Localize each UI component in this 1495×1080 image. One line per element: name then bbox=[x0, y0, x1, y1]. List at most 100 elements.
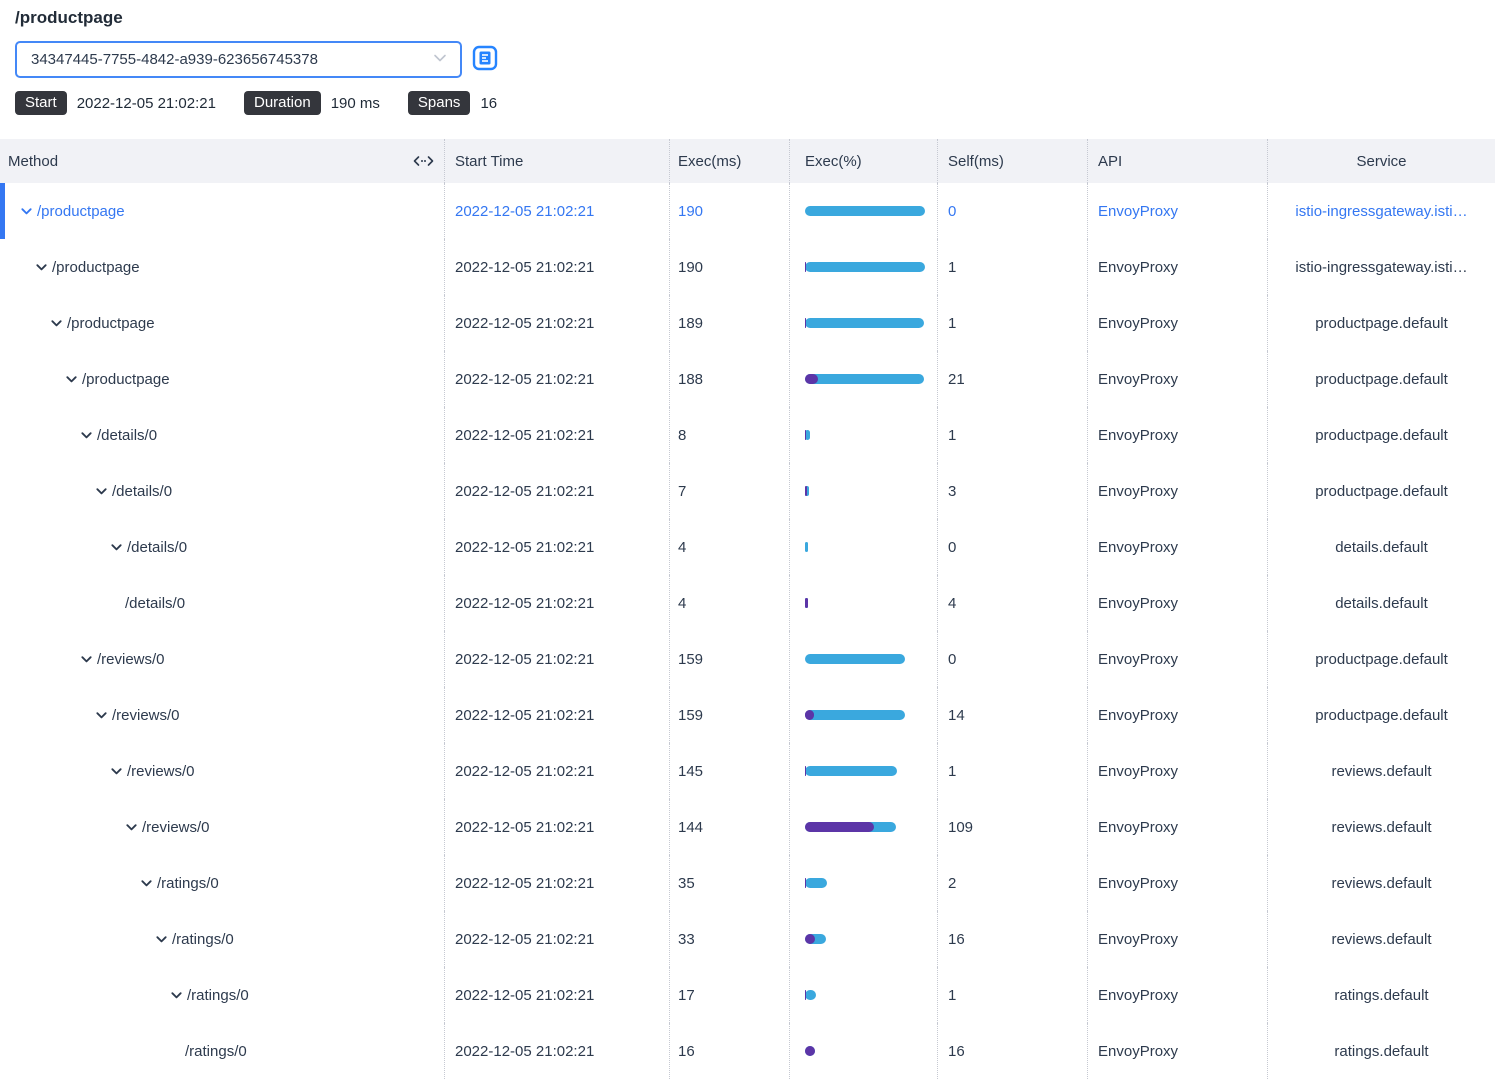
span-self-ms: 0 bbox=[938, 631, 1088, 687]
chevron-down-icon[interactable] bbox=[95, 709, 108, 722]
exec-percent-bar bbox=[805, 486, 925, 496]
span-self-ms: 1 bbox=[938, 967, 1088, 1023]
span-method-label: /reviews/0 bbox=[127, 763, 195, 780]
span-self-ms: 2 bbox=[938, 855, 1088, 911]
span-exec-percent-cell bbox=[790, 631, 938, 687]
exec-total-bar bbox=[805, 654, 905, 664]
span-table: Method Start Time Exec(ms) Exec(%) Self(… bbox=[0, 139, 1495, 1079]
chevron-down-icon[interactable] bbox=[80, 429, 93, 442]
span-method-cell[interactable]: /details/0 bbox=[0, 575, 445, 631]
column-resize-icon[interactable] bbox=[413, 154, 434, 168]
span-api: EnvoyProxy bbox=[1088, 1023, 1268, 1079]
span-start-time: 2022-12-05 21:02:21 bbox=[445, 351, 670, 407]
span-api: EnvoyProxy bbox=[1088, 407, 1268, 463]
span-method-cell[interactable]: /productpage bbox=[0, 351, 445, 407]
chevron-down-icon bbox=[432, 50, 448, 70]
span-method-cell[interactable]: /reviews/0 bbox=[0, 743, 445, 799]
span-row[interactable]: /productpage2022-12-05 21:02:211900Envoy… bbox=[0, 183, 1495, 239]
chevron-down-icon[interactable] bbox=[80, 653, 93, 666]
span-exec-ms: 190 bbox=[670, 239, 790, 295]
span-row[interactable]: /productpage2022-12-05 21:02:211891Envoy… bbox=[0, 295, 1495, 351]
exec-percent-bar bbox=[805, 990, 925, 1000]
span-self-ms: 4 bbox=[938, 575, 1088, 631]
span-row[interactable]: /ratings/02022-12-05 21:02:21171EnvoyPro… bbox=[0, 967, 1495, 1023]
span-method-label: /ratings/0 bbox=[157, 875, 219, 892]
chevron-down-icon[interactable] bbox=[110, 765, 123, 778]
span-row[interactable]: /reviews/02022-12-05 21:02:21144109Envoy… bbox=[0, 799, 1495, 855]
span-exec-ms: 33 bbox=[670, 911, 790, 967]
span-method-cell[interactable]: /reviews/0 bbox=[0, 687, 445, 743]
span-service: productpage.default bbox=[1268, 351, 1495, 407]
chevron-down-icon[interactable] bbox=[125, 821, 138, 834]
span-row[interactable]: /details/02022-12-05 21:02:2173EnvoyProx… bbox=[0, 463, 1495, 519]
span-method-cell[interactable]: /productpage bbox=[0, 183, 445, 239]
span-service: productpage.default bbox=[1268, 463, 1495, 519]
span-method-label: /details/0 bbox=[125, 595, 185, 612]
span-exec-ms: 144 bbox=[670, 799, 790, 855]
spans-value: 16 bbox=[480, 95, 497, 112]
span-method-cell[interactable]: /details/0 bbox=[0, 407, 445, 463]
span-service: istio-ingressgateway.isti… bbox=[1268, 239, 1495, 295]
span-row[interactable]: /details/02022-12-05 21:02:2181EnvoyProx… bbox=[0, 407, 1495, 463]
span-exec-percent-cell bbox=[790, 519, 938, 575]
span-row[interactable]: /reviews/02022-12-05 21:02:211451EnvoyPr… bbox=[0, 743, 1495, 799]
trace-selector-row: 34347445-7755-4842-a939-623656745378 bbox=[15, 41, 1495, 78]
chevron-down-icon[interactable] bbox=[155, 933, 168, 946]
chevron-down-icon[interactable] bbox=[50, 317, 63, 330]
span-self-ms: 1 bbox=[938, 407, 1088, 463]
span-method-label: /reviews/0 bbox=[142, 819, 210, 836]
span-start-time: 2022-12-05 21:02:21 bbox=[445, 519, 670, 575]
span-exec-percent-cell bbox=[790, 799, 938, 855]
page-title: /productpage bbox=[15, 8, 1495, 28]
chevron-down-icon[interactable] bbox=[170, 989, 183, 1002]
span-row[interactable]: /details/02022-12-05 21:02:2140EnvoyProx… bbox=[0, 519, 1495, 575]
column-header-self-ms: Self(ms) bbox=[938, 139, 1088, 183]
span-method-label: /productpage bbox=[67, 315, 155, 332]
span-row[interactable]: /productpage2022-12-05 21:02:2118821Envo… bbox=[0, 351, 1495, 407]
span-start-time: 2022-12-05 21:02:21 bbox=[445, 687, 670, 743]
span-method-label: /productpage bbox=[37, 203, 125, 220]
span-method-cell[interactable]: /ratings/0 bbox=[0, 855, 445, 911]
span-exec-percent-cell bbox=[790, 407, 938, 463]
span-method-cell[interactable]: /ratings/0 bbox=[0, 1023, 445, 1079]
span-row[interactable]: /reviews/02022-12-05 21:02:211590EnvoyPr… bbox=[0, 631, 1495, 687]
span-method-cell[interactable]: /reviews/0 bbox=[0, 799, 445, 855]
span-row[interactable]: /reviews/02022-12-05 21:02:2115914EnvoyP… bbox=[0, 687, 1495, 743]
span-exec-percent-cell bbox=[790, 239, 938, 295]
document-list-icon bbox=[472, 45, 498, 74]
span-row[interactable]: /details/02022-12-05 21:02:2144EnvoyProx… bbox=[0, 575, 1495, 631]
trace-list-button[interactable] bbox=[472, 45, 498, 74]
self-time-bar bbox=[805, 822, 874, 832]
chevron-down-icon[interactable] bbox=[140, 877, 153, 890]
trace-id-value: 34347445-7755-4842-a939-623656745378 bbox=[31, 51, 318, 68]
chevron-down-icon[interactable] bbox=[35, 261, 48, 274]
span-method-cell[interactable]: /productpage bbox=[0, 239, 445, 295]
chevron-down-icon[interactable] bbox=[95, 485, 108, 498]
trace-id-select[interactable]: 34347445-7755-4842-a939-623656745378 bbox=[15, 41, 462, 78]
span-exec-percent-cell bbox=[790, 295, 938, 351]
span-method-label: /details/0 bbox=[112, 483, 172, 500]
span-start-time: 2022-12-05 21:02:21 bbox=[445, 743, 670, 799]
trace-detail-page: /productpage 34347445-7755-4842-a939-623… bbox=[0, 0, 1495, 1080]
chevron-down-icon[interactable] bbox=[65, 373, 78, 386]
span-row[interactable]: /ratings/02022-12-05 21:02:213316EnvoyPr… bbox=[0, 911, 1495, 967]
span-service: details.default bbox=[1268, 575, 1495, 631]
span-method-cell[interactable]: /ratings/0 bbox=[0, 967, 445, 1023]
span-method-label: /details/0 bbox=[127, 539, 187, 556]
span-method-cell[interactable]: /details/0 bbox=[0, 463, 445, 519]
span-method-cell[interactable]: /reviews/0 bbox=[0, 631, 445, 687]
span-start-time: 2022-12-05 21:02:21 bbox=[445, 575, 670, 631]
self-time-bar bbox=[805, 990, 806, 1000]
span-method-cell[interactable]: /productpage bbox=[0, 295, 445, 351]
span-row[interactable]: /productpage2022-12-05 21:02:211901Envoy… bbox=[0, 239, 1495, 295]
chevron-down-icon[interactable] bbox=[20, 205, 33, 218]
span-exec-percent-cell bbox=[790, 183, 938, 239]
span-service: productpage.default bbox=[1268, 631, 1495, 687]
span-row[interactable]: /ratings/02022-12-05 21:02:21352EnvoyPro… bbox=[0, 855, 1495, 911]
span-exec-percent-cell bbox=[790, 575, 938, 631]
span-self-ms: 1 bbox=[938, 239, 1088, 295]
span-method-cell[interactable]: /details/0 bbox=[0, 519, 445, 575]
span-method-cell[interactable]: /ratings/0 bbox=[0, 911, 445, 967]
span-row[interactable]: /ratings/02022-12-05 21:02:211616EnvoyPr… bbox=[0, 1023, 1495, 1079]
chevron-down-icon[interactable] bbox=[110, 541, 123, 554]
